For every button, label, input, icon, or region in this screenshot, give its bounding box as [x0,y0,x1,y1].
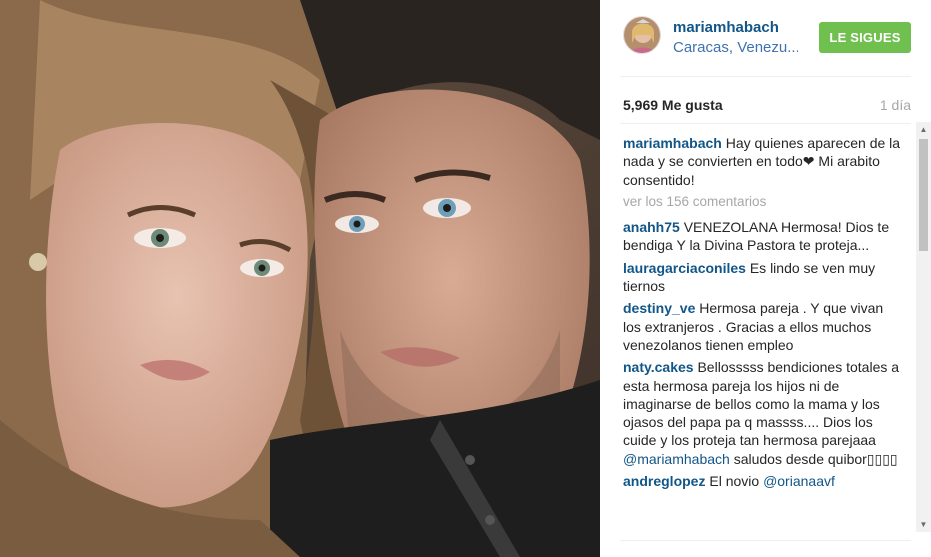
avatar-image [624,17,660,53]
comment-text-tail: saludos desde quibor▯▯▯▯ [729,450,898,467]
post-photo[interactable] [0,0,600,557]
comment-username[interactable]: naty.cakes [623,359,694,375]
avatar[interactable] [623,16,661,54]
username-link[interactable]: mariamhabach [673,19,779,36]
comment-username[interactable]: andreglopez [623,473,705,489]
comment-username[interactable]: lauragarciaconiles [623,260,746,276]
scroll-down-icon[interactable]: ▼ [916,517,931,532]
list-item: anahh75 VENEZOLANA Hermosa! Dios te bend… [623,218,902,255]
stats-divider [620,123,911,124]
post-time[interactable]: 1 día [880,97,911,113]
list-item: lauragarciaconiles Es lindo se ven muy t… [623,259,902,296]
comment-username[interactable]: destiny_ve [623,300,695,316]
likes-count[interactable]: 5,969 Me gusta [623,97,723,113]
comment-mention[interactable]: @orianaavf [763,473,835,489]
header-divider [620,76,911,77]
caption: mariamhabach Hay quienes aparecen de la … [623,134,902,189]
view-all-comments-link[interactable]: ver los 156 comentarios [623,193,902,211]
scroll-up-icon[interactable]: ▲ [916,122,931,137]
post-sidebar: mariamhabach Caracas, Venezu... LE SIGUE… [600,0,931,557]
caption-username[interactable]: mariamhabach [623,135,722,151]
following-button[interactable]: LE SIGUES [819,22,911,53]
list-item: andreglopez El novio @orianaavf [623,472,902,490]
scrollbar-thumb[interactable] [919,139,928,251]
footer-divider [620,540,911,541]
comments-scrollbar[interactable]: ▲ ▼ [916,122,931,532]
comment-username[interactable]: anahh75 [623,219,680,235]
list-item: destiny_ve Hermosa pareja . Y que vivan … [623,299,902,354]
comment-mention[interactable]: @mariamhabach [623,451,730,467]
couple-selfie-image [0,0,600,557]
comment-text: El novio [705,473,764,490]
comments-list: mariamhabach Hay quienes aparecen de la … [623,134,902,534]
post-header: mariamhabach Caracas, Venezu... LE SIGUE… [600,0,931,76]
location-link[interactable]: Caracas, Venezu... [673,39,798,56]
list-item: naty.cakes Bellosssss bendiciones totale… [623,358,902,468]
